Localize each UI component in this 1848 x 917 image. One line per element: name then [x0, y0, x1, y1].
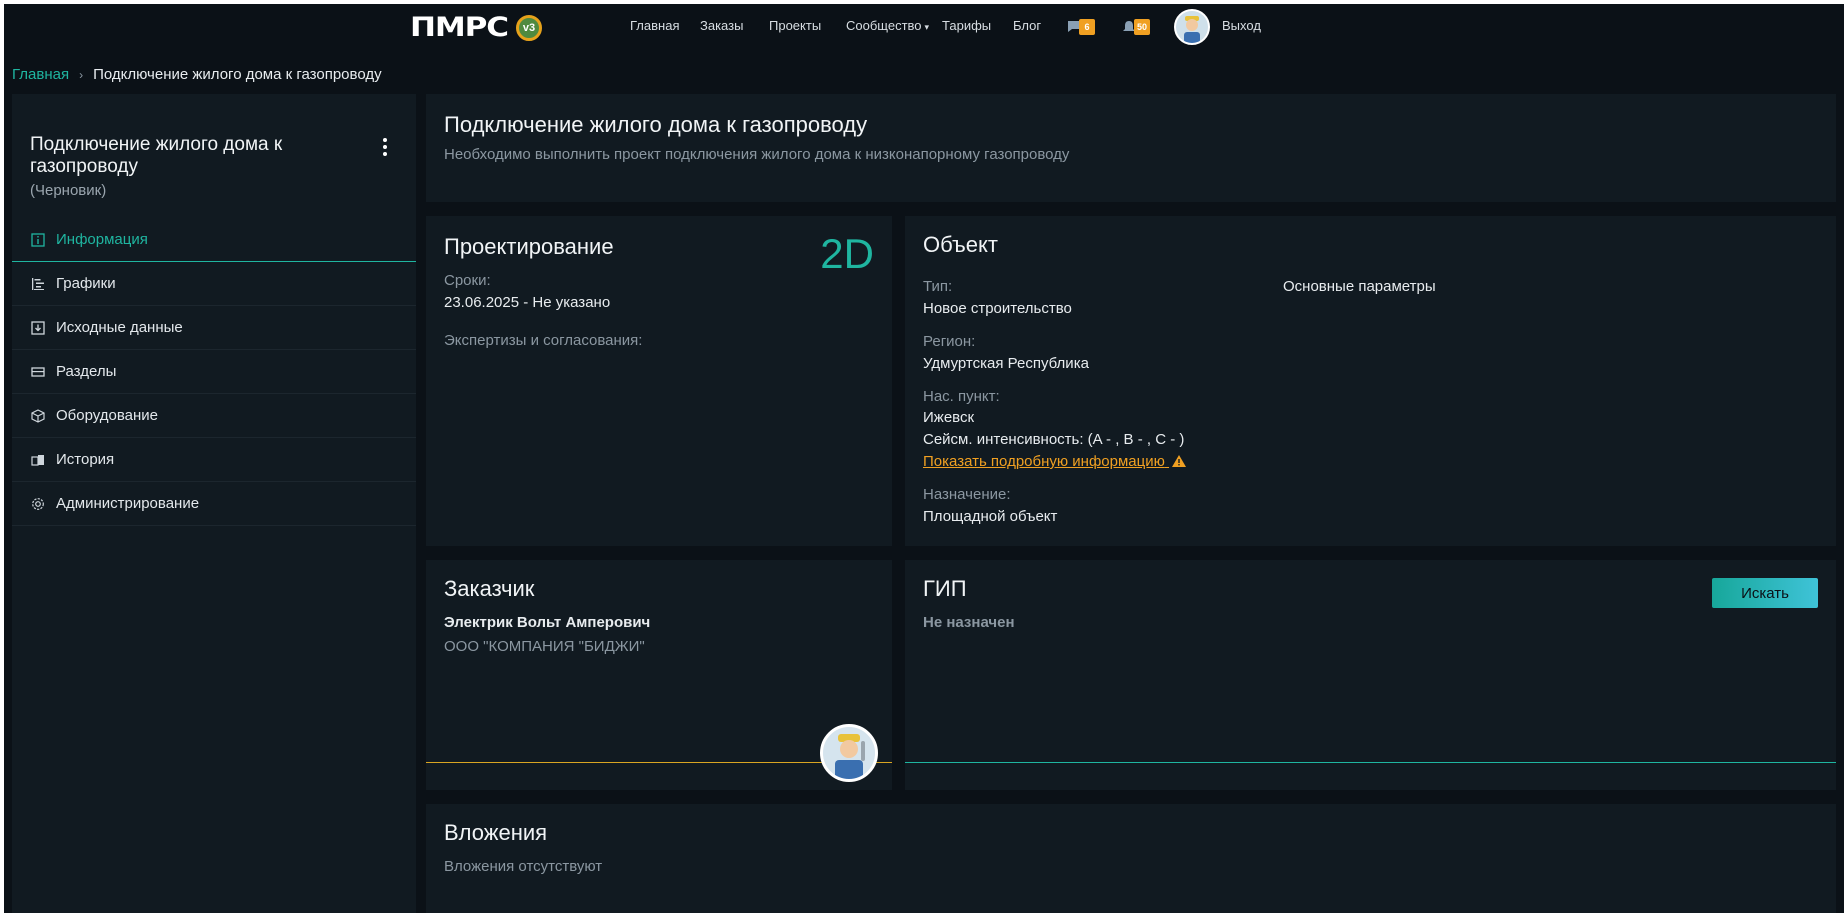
- customer-card: Заказчик Электрик Вольт Амперович ООО "К…: [426, 560, 892, 790]
- attachments-title: Вложения: [444, 820, 548, 845]
- logo[interactable]: ПМРС v3: [410, 12, 542, 43]
- sidebar-project-title: Подключение жилого дома к газопроводу: [30, 134, 283, 177]
- sidebar-item-label: Исходные данные: [56, 319, 183, 336]
- region-label: Регион:: [923, 333, 976, 350]
- avatar-image: [1176, 11, 1208, 43]
- expertise-label: Экспертизы и согласования:: [444, 332, 643, 349]
- history-icon: [30, 452, 46, 468]
- purpose-value: Площадной объект: [923, 508, 1058, 525]
- sidebar-item-label: Графики: [56, 275, 116, 292]
- box-icon: [30, 408, 46, 424]
- main-params-heading: Основные параметры: [1283, 278, 1436, 295]
- breadcrumb-home[interactable]: Главная: [12, 66, 69, 83]
- show-details-label: Показать подробную информацию: [923, 453, 1165, 470]
- customer-title: Заказчик: [444, 576, 535, 601]
- sidebar-item-equipment[interactable]: Оборудование: [12, 394, 416, 438]
- project-header-card: Подключение жилого дома к газопроводу Не…: [426, 94, 1836, 202]
- nav-blog[interactable]: Блог: [1013, 18, 1041, 33]
- object-card: Объект Тип: Новое строительство Основные…: [905, 216, 1836, 546]
- gantt-icon: [30, 276, 46, 292]
- sidebar-item-label: Администрирование: [56, 495, 200, 512]
- sidebar-menu: Информация Графики Исходные данные Разде…: [12, 218, 416, 526]
- sidebar-item-history[interactable]: История: [12, 438, 416, 482]
- chevron-right-icon: ›: [79, 67, 84, 82]
- warning-icon: [1172, 455, 1187, 467]
- customer-avatar[interactable]: [820, 724, 878, 782]
- type-value: Новое строительство: [923, 300, 1072, 317]
- search-gip-button[interactable]: Искать: [1712, 578, 1818, 608]
- notifications-count-badge: 50: [1134, 19, 1151, 35]
- design-title: Проектирование: [444, 234, 614, 259]
- logout-link[interactable]: Выход: [1222, 18, 1261, 33]
- show-details-link[interactable]: Показать подробную информацию: [923, 453, 1187, 470]
- notifications-button[interactable]: 50: [1122, 18, 1152, 36]
- sidebar-item-charts[interactable]: Графики: [12, 262, 416, 306]
- gip-card: ГИП Не назначен Искать: [905, 560, 1836, 790]
- messages-count-badge: 6: [1079, 19, 1095, 35]
- logo-text: ПМРС: [410, 11, 509, 43]
- nav-community-label: Сообщество: [846, 18, 922, 33]
- customer-avatar-image: [823, 727, 875, 779]
- app-window: ПМРС v3 Главная Заказы Проекты Сообществ…: [4, 4, 1844, 913]
- nav-community[interactable]: Сообщество ▾: [846, 18, 929, 33]
- sidebar-project-status: (Черновик): [30, 182, 107, 199]
- seismic-intensity: Сейсм. интенсивность: (A - , B - , C - ): [923, 431, 1185, 448]
- sidebar-item-label: История: [56, 451, 115, 468]
- customer-name: Электрик Вольт Амперович: [444, 614, 651, 631]
- download-icon: [30, 320, 46, 336]
- nav-home[interactable]: Главная: [630, 18, 679, 33]
- nav-tariffs[interactable]: Тарифы: [942, 18, 991, 33]
- sidebar-item-label: Разделы: [56, 363, 117, 380]
- sections-icon: [30, 364, 46, 380]
- more-options-icon[interactable]: [380, 138, 390, 160]
- type-label: Тип:: [923, 278, 953, 295]
- attachments-empty: Вложения отсутствуют: [444, 858, 603, 875]
- gip-status: Не назначен: [923, 614, 1015, 631]
- design-card: Проектирование 2D Сроки: 23.06.2025 - Не…: [426, 216, 892, 546]
- version-badge: v3: [516, 15, 542, 41]
- sidebar-item-label: Информация: [56, 231, 148, 248]
- gip-title: ГИП: [923, 576, 967, 601]
- object-title: Объект: [923, 232, 998, 257]
- locality-label: Нас. пункт:: [923, 388, 1000, 405]
- customer-company: ООО "КОМПАНИЯ "БИДЖИ": [444, 638, 645, 655]
- project-description: Необходимо выполнить проект подключения …: [444, 146, 1070, 163]
- breadcrumb: Главная › Подключение жилого дома к газо…: [12, 66, 382, 83]
- divider: [905, 762, 1836, 763]
- project-title: Подключение жилого дома к газопроводу: [444, 112, 868, 137]
- attachments-card: Вложения Вложения отсутствуют: [426, 804, 1836, 913]
- avatar[interactable]: [1174, 9, 1210, 45]
- sidebar-item-label: Оборудование: [56, 407, 159, 424]
- sidebar-item-information[interactable]: Информация: [12, 218, 416, 262]
- nav-projects[interactable]: Проекты: [769, 18, 821, 33]
- purpose-label: Назначение:: [923, 486, 1011, 503]
- messages-button[interactable]: 6: [1067, 18, 1097, 36]
- sidebar-item-source-data[interactable]: Исходные данные: [12, 306, 416, 350]
- gear-icon: [30, 496, 46, 512]
- sidebar: Подключение жилого дома к газопроводу (Ч…: [12, 94, 416, 913]
- design-dimension-badge: 2D: [820, 230, 874, 277]
- breadcrumb-current: Подключение жилого дома к газопроводу: [93, 66, 382, 83]
- top-navbar: ПМРС v3 Главная Заказы Проекты Сообществ…: [4, 4, 1844, 48]
- locality-value: Ижевск: [923, 409, 975, 426]
- nav-orders[interactable]: Заказы: [700, 18, 743, 33]
- region-value: Удмуртская Республика: [923, 355, 1089, 372]
- sidebar-item-administration[interactable]: Администрирование: [12, 482, 416, 526]
- terms-value: 23.06.2025 - Не указано: [444, 294, 611, 311]
- sidebar-item-sections[interactable]: Разделы: [12, 350, 416, 394]
- info-icon: [30, 232, 46, 248]
- terms-label: Сроки:: [444, 272, 491, 289]
- chevron-down-icon: ▾: [924, 22, 930, 32]
